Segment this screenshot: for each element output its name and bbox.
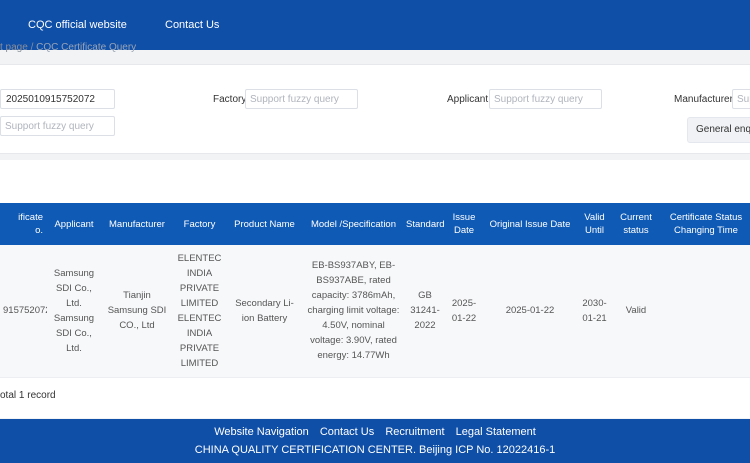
second-row-input[interactable] [0, 116, 115, 136]
table-cell: 915752072 [0, 245, 47, 378]
footer-link-website-navigation[interactable]: Website Navigation [214, 426, 309, 438]
manufacturer-label: Manufacturer: [674, 94, 736, 105]
factory-input[interactable] [245, 89, 358, 109]
applicant-input[interactable] [489, 89, 602, 109]
table-body: 915752072 Samsung SDI Co., Ltd. Samsung S… [0, 245, 750, 378]
table-cell: 2025-01-22 [482, 245, 578, 378]
total-records: otal 1 record [0, 390, 56, 401]
column-header: Standard [404, 203, 446, 245]
column-header: Model /Specification [303, 203, 404, 245]
table-cell [661, 245, 750, 378]
column-header: Certificate Status Changing Time [661, 203, 750, 245]
breadcrumb-home[interactable]: t page [0, 42, 28, 53]
column-header: Current status [611, 203, 661, 245]
footer-link-recruitment[interactable]: Recruitment [385, 426, 444, 438]
table-cell: Valid [611, 245, 661, 378]
nav-contact-us[interactable]: Contact Us [165, 19, 219, 31]
column-header: Issue Date [446, 203, 482, 245]
table-cell: Secondary Li-ion Battery [226, 245, 303, 378]
footer-links: Website Navigation Contact Us Recruitmen… [0, 426, 750, 438]
results-panel: ificate o. Applicant Manufacturer Factory Pr… [0, 160, 750, 418]
column-header: Factory [173, 203, 226, 245]
breadcrumb-separator: / [30, 42, 34, 53]
table-cell: 2025-01-22 [446, 245, 482, 378]
footer-copyright: CHINA QUALITY CERTIFICATION CENTER. Beij… [194, 444, 556, 456]
certificate-no-input[interactable] [0, 89, 115, 109]
breadcrumb-current: CQC Certificate Query [36, 42, 137, 53]
footer-link-legal-statement[interactable]: Legal Statement [456, 426, 536, 438]
table-cell: ELENTEC INDIA PRIVATE LIMITED ELENTEC IN… [173, 245, 226, 378]
table-cell: Tianjin Samsung SDI CO., Ltd [101, 245, 173, 378]
column-header: Valid Until [578, 203, 611, 245]
table-cell: GB 31241-2022 [404, 245, 446, 378]
general-enquiry-button[interactable]: General enquiry [687, 117, 750, 143]
factory-label: Factory: [213, 94, 250, 105]
footer: Website Navigation Contact Us Recruitmen… [0, 419, 750, 463]
table-header-row: ificate o. Applicant Manufacturer Factory Pr… [0, 203, 750, 245]
column-header: ificate o. [0, 203, 47, 245]
certificate-results-table: ificate o. Applicant Manufacturer Factory Pr… [0, 203, 750, 378]
table-cell: 2030-01-21 [578, 245, 611, 378]
applicant-label: Applicant: [447, 94, 491, 105]
column-header: Original Issue Date [482, 203, 578, 245]
column-header: Applicant [47, 203, 101, 245]
search-panel: : Factory: Applicant: Manufacturer: : [0, 64, 750, 154]
footer-link-contact-us[interactable]: Contact Us [320, 426, 374, 438]
table-row: 915752072 Samsung SDI Co., Ltd. Samsung S… [0, 245, 750, 378]
table-cell: Samsung SDI Co., Ltd. Samsung SDI Co., L… [47, 245, 101, 378]
table-cell: EB-BS937ABY, EB-BS937ABE, rated capacity… [303, 245, 404, 378]
manufacturer-input[interactable] [732, 89, 750, 109]
nav-cqc-official-website[interactable]: CQC official website [28, 19, 127, 31]
breadcrumb: t page / CQC Certificate Query [0, 42, 136, 56]
column-header: Product Name [226, 203, 303, 245]
column-header: Manufacturer [101, 203, 173, 245]
